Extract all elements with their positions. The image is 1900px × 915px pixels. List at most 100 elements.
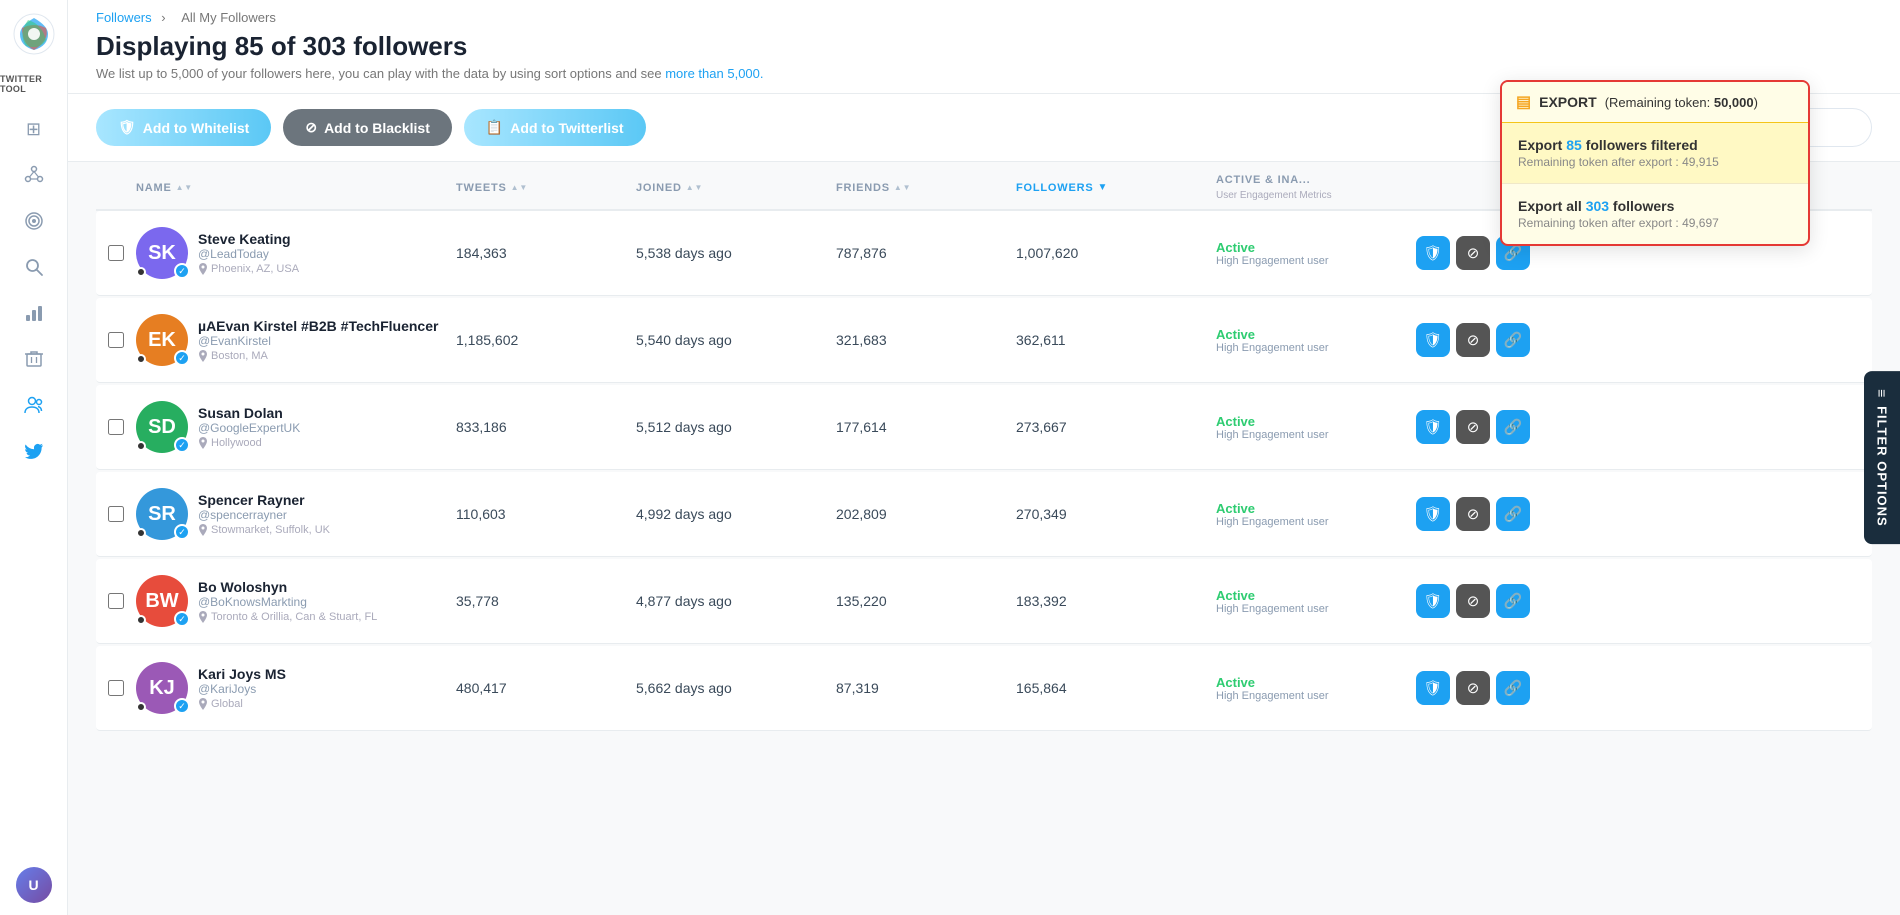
engagement-0: High Engagement user [1216, 255, 1416, 267]
friends-1: 321,683 [836, 332, 1016, 348]
user-cell-3: SR ✓ Spencer Rayner @spencerrayner Stowm… [136, 488, 456, 540]
checkbox-4[interactable] [108, 593, 124, 609]
blacklist-btn-3[interactable]: ⊘ [1456, 497, 1490, 531]
filter-icon: ≡ [1874, 389, 1890, 398]
app-logo[interactable] [12, 12, 56, 56]
user-cell-4: BW ✓ Bo Woloshyn @BoKnowsMarkting Toront… [136, 575, 456, 627]
verified-badge-5: ✓ [174, 698, 190, 714]
engagement-5: High Engagement user [1216, 690, 1416, 702]
blacklist-btn-5[interactable]: ⊘ [1456, 671, 1490, 705]
link-btn-1[interactable]: 🔗 [1496, 323, 1530, 357]
checkbox-0[interactable] [108, 245, 124, 261]
more-link[interactable]: more than 5,000. [665, 66, 763, 81]
main-content: Followers › All My Followers Displaying … [68, 0, 1900, 915]
whitelist-btn-3[interactable]: 🛡 [1416, 497, 1450, 531]
sidebar: TWITTER TOOL ⊞ U [0, 0, 68, 915]
filter-options-tab[interactable]: ≡ FILTER OPTIONS [1864, 371, 1900, 545]
table-row: SD ✓ Susan Dolan @GoogleExpertUK Hollywo… [96, 385, 1872, 470]
table-row: EK ✓ µAEvan Kirstel #B2B #TechFluencer @… [96, 298, 1872, 383]
link-btn-3[interactable]: 🔗 [1496, 497, 1530, 531]
export-option-filtered[interactable]: Export 85 followers filtered Remaining t… [1502, 123, 1808, 184]
status-active-3: Active [1216, 501, 1416, 516]
status-2: Active High Engagement user [1216, 414, 1416, 441]
checkbox-3[interactable] [108, 506, 124, 522]
whitelist-btn-1[interactable]: 🛡 [1416, 323, 1450, 357]
sidebar-item-followers[interactable] [15, 386, 53, 424]
status-active-1: Active [1216, 327, 1416, 342]
sort-followers-active-icon: ▼ [1097, 182, 1108, 193]
row-checkbox-5[interactable] [96, 680, 136, 696]
friends-0: 787,876 [836, 245, 1016, 261]
export-option-all[interactable]: Export all 303 followers Remaining token… [1502, 184, 1808, 244]
add-to-twitterlist-button[interactable]: 📋 Add to Twitterlist [464, 109, 646, 146]
status-active-0: Active [1216, 240, 1416, 255]
whitelist-btn-4[interactable]: 🛡 [1416, 584, 1450, 618]
user-location-5: Global [198, 698, 286, 710]
verified-badge-2: ✓ [174, 437, 190, 453]
export-popup: ▤ EXPORT (Remaining token: 50,000) Expor… [1500, 80, 1810, 246]
row-checkbox-4[interactable] [96, 593, 136, 609]
avatar-wrap-1: EK ✓ [136, 314, 188, 366]
sidebar-item-network[interactable] [15, 156, 53, 194]
th-joined[interactable]: JOINED ▲▼ [636, 174, 836, 201]
whitelist-btn-0[interactable]: 🛡 [1416, 236, 1450, 270]
row-checkbox-3[interactable] [96, 506, 136, 522]
link-btn-2[interactable]: 🔗 [1496, 410, 1530, 444]
sidebar-item-analytics[interactable] [15, 294, 53, 332]
action-buttons-4: 🛡 ⊘ 🔗 [1416, 584, 1576, 618]
user-location-0: Phoenix, AZ, USA [198, 263, 299, 275]
sidebar-item-trash[interactable] [15, 340, 53, 378]
engagement-3: High Engagement user [1216, 516, 1416, 528]
th-friends[interactable]: FRIENDS ▲▼ [836, 174, 1016, 201]
row-checkbox-0[interactable] [96, 245, 136, 261]
sidebar-item-search[interactable] [15, 248, 53, 286]
user-cell-5: KJ ✓ Kari Joys MS @KariJoys Global [136, 662, 456, 714]
active-dot-4 [136, 615, 146, 625]
th-tweets[interactable]: TWEETS ▲▼ [456, 174, 636, 201]
status-3: Active High Engagement user [1216, 501, 1416, 528]
active-dot-2 [136, 441, 146, 451]
user-info-3: Spencer Rayner @spencerrayner Stowmarket… [198, 492, 330, 536]
blacklist-btn-0[interactable]: ⊘ [1456, 236, 1490, 270]
th-followers[interactable]: FOLLOWERS ▼ [1016, 174, 1216, 201]
link-btn-5[interactable]: 🔗 [1496, 671, 1530, 705]
add-to-blacklist-button[interactable]: ⊘ Add to Blacklist [283, 109, 452, 146]
user-name-3: Spencer Rayner [198, 492, 330, 508]
avatar-wrap-4: BW ✓ [136, 575, 188, 627]
verified-badge-0: ✓ [174, 263, 190, 279]
whitelist-btn-2[interactable]: 🛡 [1416, 410, 1450, 444]
action-buttons-1: 🛡 ⊘ 🔗 [1416, 323, 1576, 357]
checkbox-1[interactable] [108, 332, 124, 348]
followers-4: 183,392 [1016, 593, 1216, 609]
blacklist-btn-2[interactable]: ⊘ [1456, 410, 1490, 444]
followers-1: 362,611 [1016, 332, 1216, 348]
table-row: BW ✓ Bo Woloshyn @BoKnowsMarkting Toront… [96, 559, 1872, 644]
th-name[interactable]: NAME ▲▼ [136, 174, 456, 201]
sidebar-item-target[interactable] [15, 202, 53, 240]
checkbox-5[interactable] [108, 680, 124, 696]
blacklist-btn-1[interactable]: ⊘ [1456, 323, 1490, 357]
joined-1: 5,540 days ago [636, 332, 836, 348]
active-dot-3 [136, 528, 146, 538]
row-checkbox-1[interactable] [96, 332, 136, 348]
status-0: Active High Engagement user [1216, 240, 1416, 267]
status-active-2: Active [1216, 414, 1416, 429]
app-name: TWITTER TOOL [0, 74, 67, 94]
breadcrumb-followers[interactable]: Followers [96, 10, 152, 25]
sidebar-item-twitter[interactable] [15, 432, 53, 470]
table-body: SK ✓ Steve Keating @LeadToday Phoenix, A… [96, 211, 1872, 731]
row-checkbox-2[interactable] [96, 419, 136, 435]
add-to-whitelist-button[interactable]: 🛡 Add to Whitelist [96, 109, 271, 146]
whitelist-btn-5[interactable]: 🛡 [1416, 671, 1450, 705]
tweets-4: 35,778 [456, 593, 636, 609]
user-name-2: Susan Dolan [198, 405, 300, 421]
engagement-2: High Engagement user [1216, 429, 1416, 441]
link-btn-4[interactable]: 🔗 [1496, 584, 1530, 618]
engagement-1: High Engagement user [1216, 342, 1416, 354]
action-buttons-3: 🛡 ⊘ 🔗 [1416, 497, 1576, 531]
blacklist-btn-4[interactable]: ⊘ [1456, 584, 1490, 618]
user-avatar[interactable]: U [16, 867, 52, 903]
sidebar-item-dashboard[interactable]: ⊞ [15, 110, 53, 148]
followers-5: 165,864 [1016, 680, 1216, 696]
checkbox-2[interactable] [108, 419, 124, 435]
